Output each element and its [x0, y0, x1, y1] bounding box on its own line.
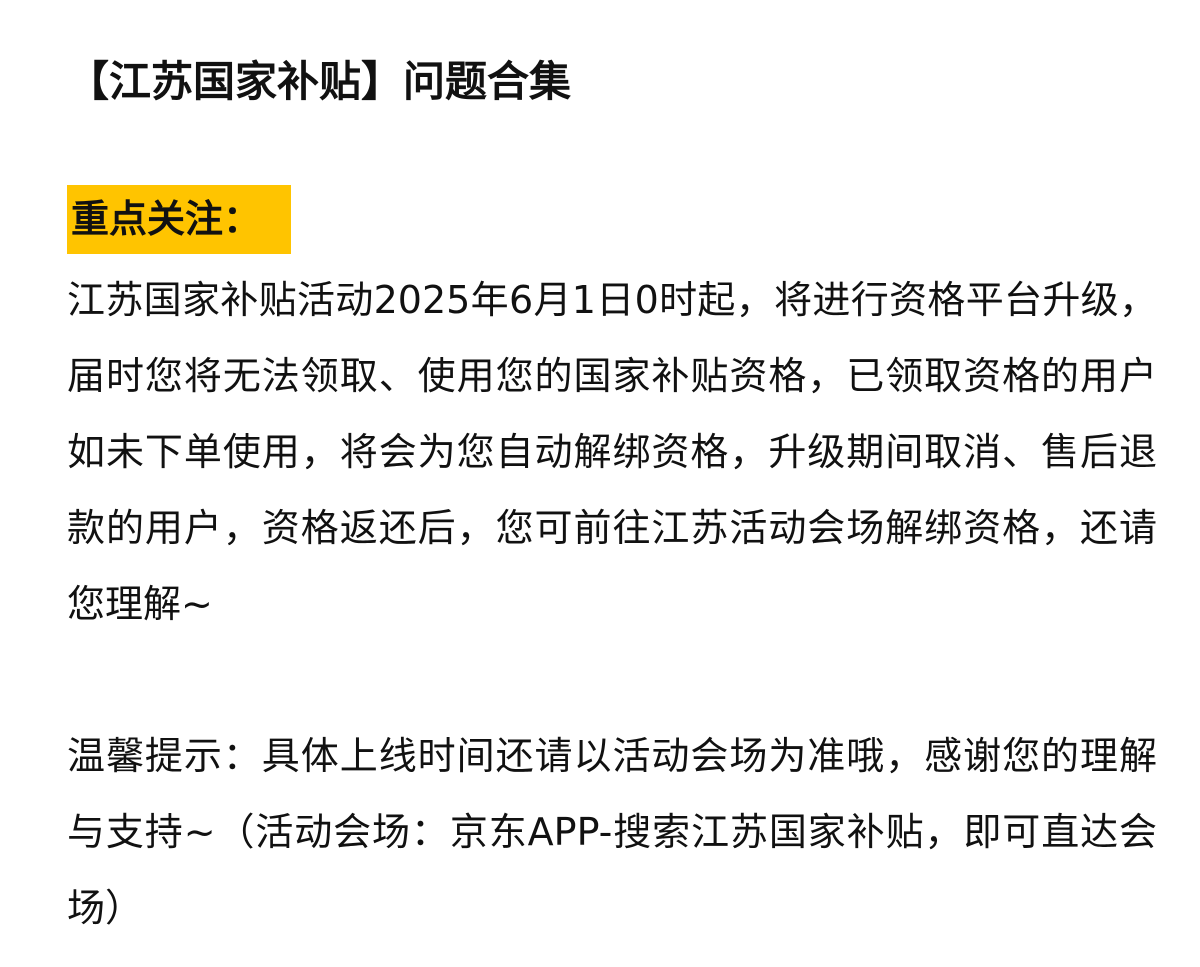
- highlighted-section-heading: 重点关注：: [67, 185, 292, 254]
- upgrade-notice-paragraph: 江苏国家补贴活动2025年6月1日0时起，将进行资格平台升级，届时您将无法领取、…: [67, 278, 1157, 626]
- page-title: 【江苏国家补贴】问题合集: [67, 57, 572, 106]
- warm-tip-paragraph: 温馨提示：具体上线时间还请以活动会场为准哦，感谢您的理解与支持~（活动会场：京东…: [67, 734, 1157, 930]
